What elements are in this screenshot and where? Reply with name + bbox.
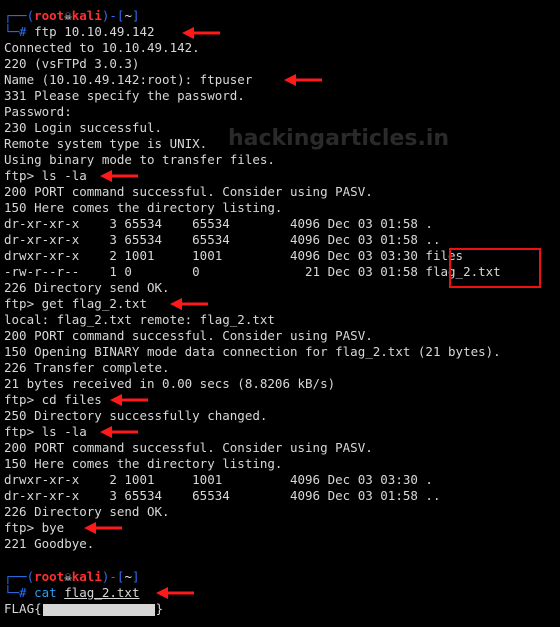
output-line: Using binary mode to transfer files.	[4, 152, 275, 167]
output-line: 150 Here comes the directory listing.	[4, 456, 283, 471]
output-line: 250 Directory successfully changed.	[4, 408, 268, 423]
output-line: 226 Directory send OK.	[4, 504, 170, 519]
output-line: 200 PORT command successful. Consider us…	[4, 440, 373, 455]
prompt-host: kali	[71, 8, 102, 23]
skull-icon: ☠	[64, 8, 72, 23]
output-line: -rw-r--r-- 1 0 0 21 Dec 03 01:58 flag_2.…	[4, 264, 501, 279]
annotation-arrow-icon	[100, 426, 138, 438]
prompt-user: root	[34, 569, 65, 584]
command-arg: flag_2.txt	[64, 585, 140, 600]
output-line: dr-xr-xr-x 3 65534 65534 4096 Dec 03 01:…	[4, 216, 433, 231]
output-line: dr-xr-xr-x 3 65534 65534 4096 Dec 03 01:…	[4, 232, 441, 247]
output-line: dr-xr-xr-x 3 65534 65534 4096 Dec 03 01:…	[4, 488, 441, 503]
prompt-dir: ~	[124, 8, 132, 23]
output-line: 150 Opening BINARY mode data connection …	[4, 344, 501, 359]
annotation-arrow-icon	[170, 298, 208, 310]
prompt-line-2: ┌──(root☠kali)-[~]	[4, 569, 140, 584]
ftp-command-line: ftp> cd files	[4, 392, 102, 407]
output-line: 220 (vsFTPd 3.0.3)	[4, 56, 140, 71]
watermark-text: hackingarticles.in	[228, 126, 450, 151]
annotation-arrow-icon	[110, 394, 148, 406]
output-line: local: flag_2.txt remote: flag_2.txt	[4, 312, 275, 327]
prompt-dir: ~	[124, 569, 132, 584]
ftp-command-line: ftp> ls -la	[4, 168, 87, 183]
command-line-2: └─# cat flag_2.txt	[4, 585, 140, 600]
output-line: 200 PORT command successful. Consider us…	[4, 184, 373, 199]
flag-output-line: FLAG{}	[4, 601, 163, 617]
command-name: cat	[34, 585, 57, 600]
output-line: 200 PORT command successful. Consider us…	[4, 328, 373, 343]
output-line: 221 Goodbye.	[4, 536, 95, 551]
annotation-arrow-icon	[84, 522, 122, 534]
ftp-command-line: ftp> ls -la	[4, 424, 87, 439]
output-line: 226 Directory send OK.	[4, 280, 170, 295]
flag-prefix: FLAG{	[4, 601, 42, 616]
prompt-line-1: ┌──(root☠kali)-[~]	[4, 8, 140, 23]
prompt-user: root	[34, 8, 65, 23]
command-line-1: └─# ftp 10.10.49.142	[4, 24, 155, 39]
ftp-command-line: ftp> bye	[4, 520, 65, 535]
ftp-command-line: ftp> get flag_2.txt	[4, 296, 147, 311]
annotation-arrow-icon	[100, 170, 138, 182]
annotation-arrow-icon	[182, 27, 220, 39]
output-line: Remote system type is UNIX.	[4, 136, 208, 151]
output-line: 150 Here comes the directory listing.	[4, 200, 283, 215]
annotation-arrow-icon	[284, 74, 322, 86]
output-line: 331 Please specify the password.	[4, 88, 245, 103]
command-text: ftp 10.10.49.142	[34, 24, 155, 39]
redacted-flag-block	[42, 603, 155, 616]
output-line: drwxr-xr-x 2 1001 1001 4096 Dec 03 03:30…	[4, 472, 433, 487]
output-line: Connected to 10.10.49.142.	[4, 40, 200, 55]
highlight-box	[449, 248, 541, 288]
output-line: Name (10.10.49.142:root): ftpuser	[4, 72, 253, 87]
output-line: drwxr-xr-x 2 1001 1001 4096 Dec 03 03:30…	[4, 248, 464, 263]
prompt-host: kali	[71, 569, 102, 584]
skull-icon: ☠	[64, 569, 72, 584]
annotation-arrow-icon	[156, 587, 194, 599]
output-line: 230 Login successful.	[4, 120, 163, 135]
output-line: 21 bytes received in 0.00 secs (8.8206 k…	[4, 376, 336, 391]
flag-suffix: }	[155, 601, 164, 616]
output-line: Password:	[4, 104, 72, 119]
output-line: 226 Transfer complete.	[4, 360, 170, 375]
